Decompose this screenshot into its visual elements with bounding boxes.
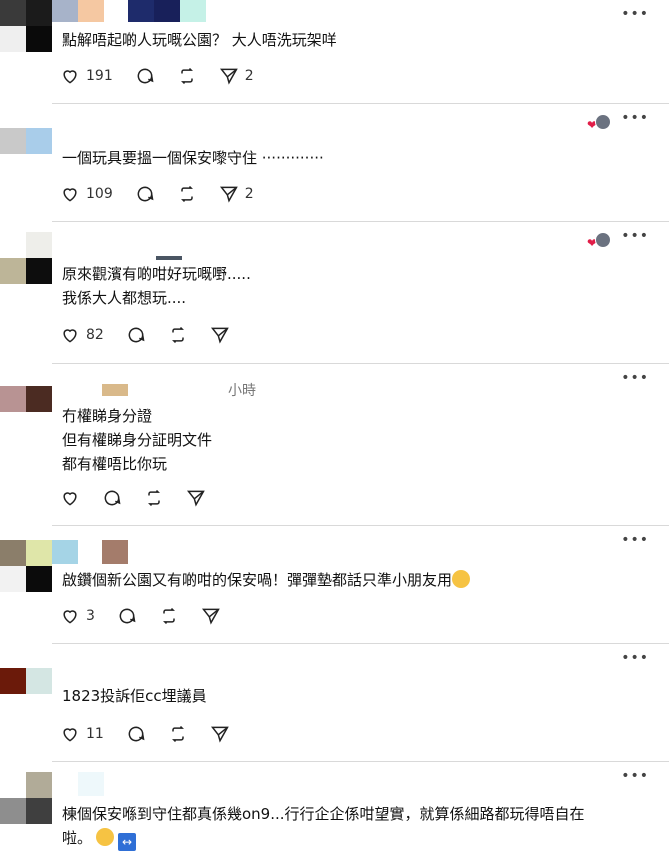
post-2: ❤ ••• 一個玩具要搵一個保安嚟守住 ············· 109 2 bbox=[0, 104, 669, 222]
post-1: ••• 點解唔起啲人玩嘅公園？ 大人唔洗玩架咩 191 2 bbox=[0, 0, 669, 104]
like-button[interactable]: 3 bbox=[60, 606, 95, 626]
repost-button[interactable] bbox=[159, 606, 179, 626]
share-button[interactable]: 2 bbox=[219, 66, 254, 86]
more-options-icon[interactable]: ••• bbox=[621, 650, 649, 666]
comment-button[interactable] bbox=[135, 184, 155, 204]
smirk-emoji-icon bbox=[452, 570, 471, 588]
action-bar: 11 bbox=[60, 722, 252, 746]
repost-icon bbox=[180, 185, 193, 203]
like-button[interactable]: 82 bbox=[60, 325, 104, 345]
post-7: ••• 棟個保安喺到守住都真係幾on9...行行企企係咁望實，就算係細路都玩得唔… bbox=[0, 762, 669, 851]
heart-icon bbox=[63, 492, 77, 506]
post-text: 原來觀濱有啲咁好玩嘅嘢..... 我係大人都想玩.... bbox=[62, 265, 251, 307]
share-count: 2 bbox=[244, 186, 254, 202]
like-button[interactable] bbox=[60, 488, 80, 508]
heart-icon bbox=[63, 610, 77, 624]
post-text-body: 啟鑽個新公園又有啲咁的保安喎！彈彈墊都話只準小朋友用 bbox=[62, 571, 453, 589]
reaction-avatars: ❤ bbox=[587, 114, 613, 132]
like-count: 11 bbox=[86, 726, 104, 742]
post-4: 小時 ••• 冇權睇身分證 但有權睇身分証明文件 都有權唔比你玩 bbox=[0, 364, 669, 526]
comment-button[interactable] bbox=[126, 325, 146, 345]
reaction-avatars: ❤ bbox=[587, 232, 613, 250]
comment-icon bbox=[137, 186, 154, 202]
action-bar: 109 2 bbox=[60, 182, 276, 206]
post-text: 啟鑽個新公園又有啲咁的保安喎！彈彈墊都話只準小朋友用 bbox=[62, 568, 471, 592]
like-count: 191 bbox=[86, 68, 113, 84]
more-options-icon[interactable]: ••• bbox=[621, 6, 649, 22]
more-options-icon[interactable]: ••• bbox=[621, 228, 649, 244]
comment-icon bbox=[128, 726, 145, 742]
heart-icon bbox=[63, 329, 77, 343]
repost-icon bbox=[162, 607, 175, 625]
action-bar bbox=[60, 486, 228, 510]
share-icon bbox=[210, 726, 229, 743]
like-count: 109 bbox=[86, 186, 113, 202]
smile-emoji-icon bbox=[96, 828, 115, 846]
more-options-icon[interactable]: ••• bbox=[621, 110, 649, 126]
like-count: 3 bbox=[86, 608, 95, 624]
more-options-icon[interactable]: ••• bbox=[621, 768, 649, 784]
action-bar: 3 bbox=[60, 604, 243, 628]
reactor-avatar bbox=[595, 232, 611, 248]
share-button[interactable] bbox=[201, 606, 221, 626]
comment-button[interactable] bbox=[135, 66, 155, 86]
comment-icon bbox=[119, 608, 136, 624]
more-options-icon[interactable]: ••• bbox=[621, 370, 649, 386]
comment-button[interactable] bbox=[117, 606, 137, 626]
share-count: 2 bbox=[244, 68, 254, 84]
share-button[interactable] bbox=[210, 724, 230, 744]
like-button[interactable]: 191 bbox=[60, 66, 113, 86]
post-6: ••• 1823投訴佢cc埋議員 11 bbox=[0, 644, 669, 762]
post-text: 一個玩具要搵一個保安嚟守住 ············· bbox=[62, 149, 324, 167]
post-text: 點解唔起啲人玩嘅公園？ 大人唔洗玩架咩 bbox=[62, 31, 337, 49]
share-icon bbox=[219, 68, 238, 85]
comment-button[interactable] bbox=[102, 488, 122, 508]
post-text: 冇權睇身分證 但有權睇身分証明文件 都有權唔比你玩 bbox=[62, 407, 213, 473]
post-text: 1823投訴佢cc埋議員 bbox=[62, 687, 207, 705]
username-fragment bbox=[102, 384, 128, 396]
repost-button[interactable] bbox=[168, 724, 188, 744]
reactor-avatar bbox=[595, 114, 611, 130]
post-3: ❤ ••• 原來觀濱有啲咁好玩嘅嘢..... 我係大人都想玩.... 82 bbox=[0, 222, 669, 364]
action-bar: 191 2 bbox=[60, 64, 276, 88]
comment-button[interactable] bbox=[126, 724, 146, 744]
post-timestamp: 小時 bbox=[228, 383, 256, 399]
share-button[interactable] bbox=[210, 325, 230, 345]
repost-icon bbox=[180, 67, 193, 85]
post-text: 棟個保安喺到守住都真係幾on9...行行企企係咁望實，就算係細路都玩得唔自在 啦… bbox=[62, 802, 585, 851]
comment-icon bbox=[104, 490, 121, 506]
repost-icon bbox=[148, 489, 160, 507]
repost-button[interactable] bbox=[168, 325, 188, 345]
like-count: 82 bbox=[86, 327, 104, 343]
heart-icon bbox=[63, 728, 77, 742]
share-button[interactable]: 2 bbox=[219, 184, 254, 204]
repost-icon bbox=[171, 725, 184, 743]
post-5: ••• 啟鑽個新公園又有啲咁的保安喎！彈彈墊都話只準小朋友用 3 bbox=[0, 526, 669, 644]
username-fragment bbox=[156, 256, 182, 260]
like-button[interactable]: 109 bbox=[60, 184, 113, 204]
repost-icon bbox=[171, 326, 184, 344]
share-icon bbox=[219, 186, 238, 203]
left-right-arrow-icon: ↔ bbox=[118, 833, 137, 851]
heart-icon bbox=[63, 70, 77, 84]
like-button[interactable]: 11 bbox=[60, 724, 104, 744]
heart-icon bbox=[63, 188, 77, 202]
share-button[interactable] bbox=[186, 488, 206, 508]
repost-button[interactable] bbox=[144, 488, 164, 508]
post-text-body: 棟個保安喺到守住都真係幾on9...行行企企係咁望實，就算係細路都玩得唔自在 啦… bbox=[62, 805, 585, 847]
share-icon bbox=[210, 327, 229, 344]
share-icon bbox=[201, 608, 220, 625]
comment-icon bbox=[137, 68, 154, 84]
action-bar: 82 bbox=[60, 323, 252, 347]
repost-button[interactable] bbox=[177, 66, 197, 86]
share-icon bbox=[186, 490, 205, 507]
more-options-icon[interactable]: ••• bbox=[621, 532, 649, 548]
repost-button[interactable] bbox=[177, 184, 197, 204]
comment-icon bbox=[128, 327, 145, 343]
